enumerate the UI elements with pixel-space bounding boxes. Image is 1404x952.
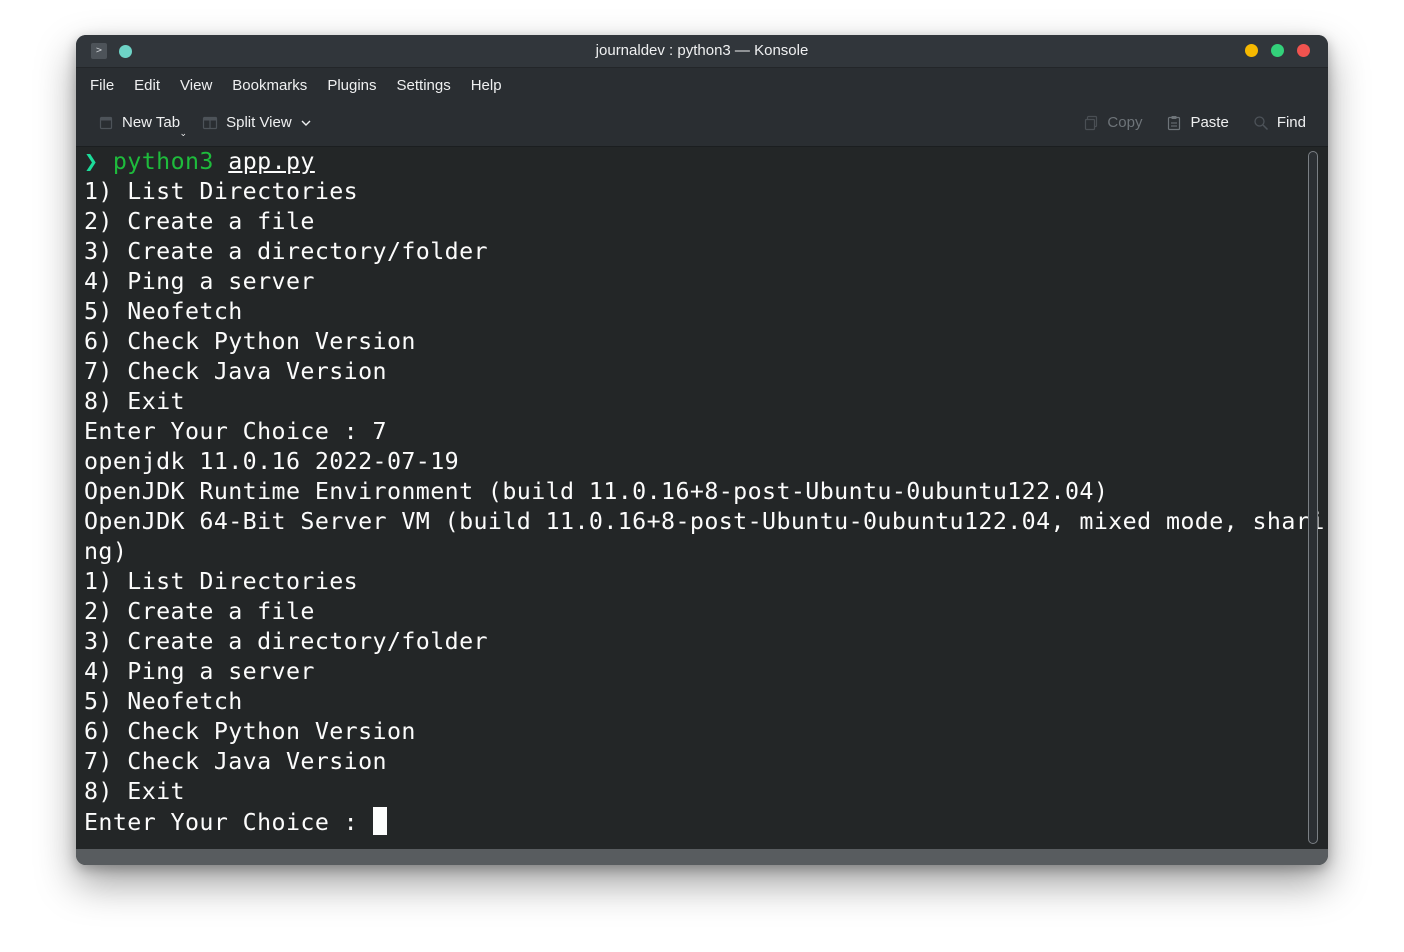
terminal-view[interactable]: ❯ python3 app.py 1) List Directories 2) … (76, 147, 1328, 849)
output-line: 8) Exit (84, 778, 185, 805)
menu-settings[interactable]: Settings (397, 73, 461, 98)
command-argument[interactable]: app.py (228, 148, 315, 175)
copy-button[interactable]: Copy (1083, 114, 1142, 131)
output-line: 7) Check Java Version (84, 358, 387, 385)
split-view-button[interactable]: Split View (202, 114, 312, 131)
output-line: 2) Create a file (84, 208, 315, 235)
paste-icon (1168, 115, 1181, 130)
command-name: python3 (112, 148, 214, 175)
output-line: 2) Create a file (84, 598, 315, 625)
output-line: 1) List Directories (84, 568, 359, 595)
output-line: 5) Neofetch (84, 688, 243, 715)
split-view-label: Split View (226, 114, 292, 131)
output-line: 7) Check Java Version (84, 748, 387, 775)
keep-above-icon[interactable] (119, 44, 132, 58)
output-line: Enter Your Choice : 7 (84, 418, 387, 445)
prompt-symbol: ❯ (84, 148, 99, 175)
output-line: 5) Neofetch (84, 298, 243, 325)
menu-bookmarks[interactable]: Bookmarks (232, 73, 317, 98)
output-line: 4) Ping a server (84, 658, 315, 685)
menu-file[interactable]: File (90, 73, 124, 98)
output-line: 6) Check Python Version (84, 718, 416, 745)
output-line: 1) List Directories (84, 178, 359, 205)
dropdown-indicator-icon: ⌄ (179, 128, 188, 138)
output-line: 4) Ping a server (84, 268, 315, 295)
output-line: 6) Check Python Version (84, 328, 416, 355)
minimize-button[interactable] (1245, 44, 1258, 57)
output-line: 8) Exit (84, 388, 185, 415)
bottom-strip (76, 849, 1328, 865)
copy-icon (1085, 115, 1098, 130)
paste-button[interactable]: Paste (1166, 114, 1229, 131)
menu-bar: File Edit View Bookmarks Plugins Setting… (76, 68, 1328, 102)
new-tab-label: New Tab (122, 114, 181, 131)
split-view-icon (202, 116, 218, 129)
new-tab-icon (99, 116, 113, 129)
close-button[interactable] (1297, 44, 1310, 57)
paste-label: Paste (1190, 114, 1229, 131)
terminal-output: ❯ python3 app.py 1) List Directories 2) … (84, 147, 1325, 837)
output-line: openjdk 11.0.16 2022-07-19 (84, 448, 460, 475)
find-button[interactable]: Find (1253, 114, 1306, 131)
output-line: 3) Create a directory/folder (84, 628, 488, 655)
command-line: ❯ python3 app.py (84, 147, 1304, 177)
text-cursor (372, 807, 387, 835)
konsole-window: journaldev : python3 — Konsole > File Ed… (76, 35, 1328, 865)
maximize-button[interactable] (1271, 44, 1284, 57)
input-prompt: Enter Your Choice : (84, 809, 373, 836)
find-label: Find (1276, 114, 1306, 131)
output-line: 3) Create a directory/folder (84, 238, 488, 265)
output-line: OpenJDK 64-Bit Server VM (build 11.0.16+… (84, 508, 1325, 535)
menu-edit[interactable]: Edit (134, 73, 170, 98)
output-line: ng) (84, 538, 128, 565)
chevron-down-icon (301, 120, 311, 126)
title-bar[interactable]: journaldev : python3 — Konsole > (76, 35, 1328, 68)
menu-view[interactable]: View (180, 73, 222, 98)
find-icon (1254, 115, 1268, 130)
new-tab-button[interactable]: New Tab ⌄ (98, 114, 187, 138)
toolbar: New Tab ⌄ Split View Copy Paste Find (76, 102, 1328, 147)
copy-label: Copy (1107, 114, 1143, 131)
output-line: OpenJDK Runtime Environment (build 11.0.… (84, 478, 1109, 505)
window-title: journaldev : python3 — Konsole (595, 42, 809, 59)
menu-plugins[interactable]: Plugins (327, 73, 386, 98)
input-line[interactable]: Enter Your Choice : (84, 807, 1304, 837)
menu-help[interactable]: Help (471, 73, 512, 98)
terminal-scrollbar[interactable] (1308, 151, 1318, 844)
terminal-app-icon[interactable]: > (91, 43, 107, 59)
